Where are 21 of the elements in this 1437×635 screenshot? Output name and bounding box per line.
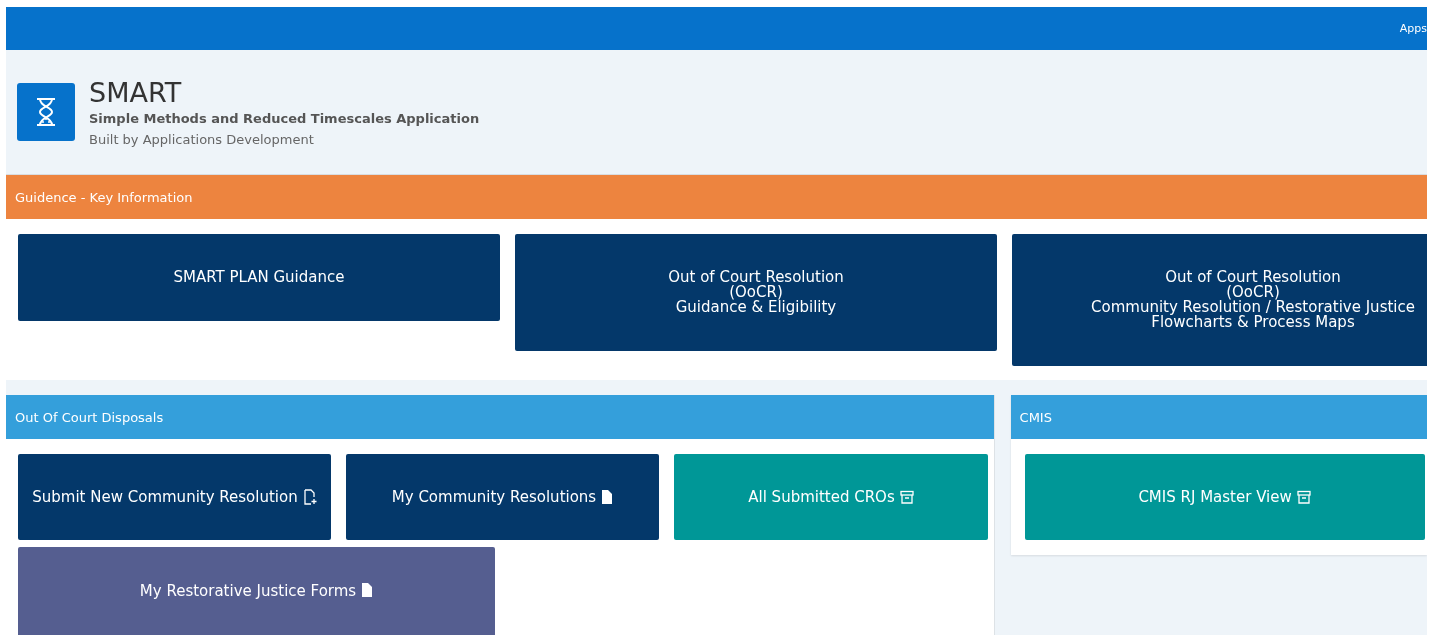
- guidance-tile[interactable]: SMART PLAN Guidance: [18, 234, 500, 321]
- guidance-tile[interactable]: Out of Court Resolution (OoCR) Guidance & Eligibility: [515, 234, 997, 351]
- app-subtitle: Simple Methods and Reduced Timescales Application: [89, 111, 480, 126]
- tile-button[interactable]: My Restorative Justice Forms: [18, 547, 495, 635]
- app-byline: Built by Applications Development: [89, 132, 315, 147]
- tile-button[interactable]: All Submitted CROs: [674, 454, 988, 540]
- file-icon: [601, 489, 614, 505]
- archive-icon: [899, 490, 914, 504]
- archive-icon: [1296, 490, 1311, 504]
- panel-header: CMIS: [1010, 395, 1427, 439]
- tile-button[interactable]: My Community Resolutions: [346, 454, 659, 540]
- guidance-tile[interactable]: Out of Court Resolution (OoCR) Community Resolution / Restorative Justice Flowcharts & Process Maps: [1012, 234, 1427, 366]
- panel-header: Out Of Court Disposals: [6, 395, 994, 439]
- tile-button[interactable]: CMIS RJ Master View: [1024, 454, 1425, 540]
- file-icon: [361, 582, 374, 598]
- file-add-icon: [302, 489, 317, 505]
- apps-menu[interactable]: Apps: [1399, 22, 1427, 35]
- tile-button[interactable]: Submit New Community Resolution: [18, 454, 331, 540]
- app-title: SMART: [89, 77, 183, 109]
- section-header: Guidence - Key Information: [6, 175, 1427, 219]
- hourglass-icon: [17, 83, 75, 141]
